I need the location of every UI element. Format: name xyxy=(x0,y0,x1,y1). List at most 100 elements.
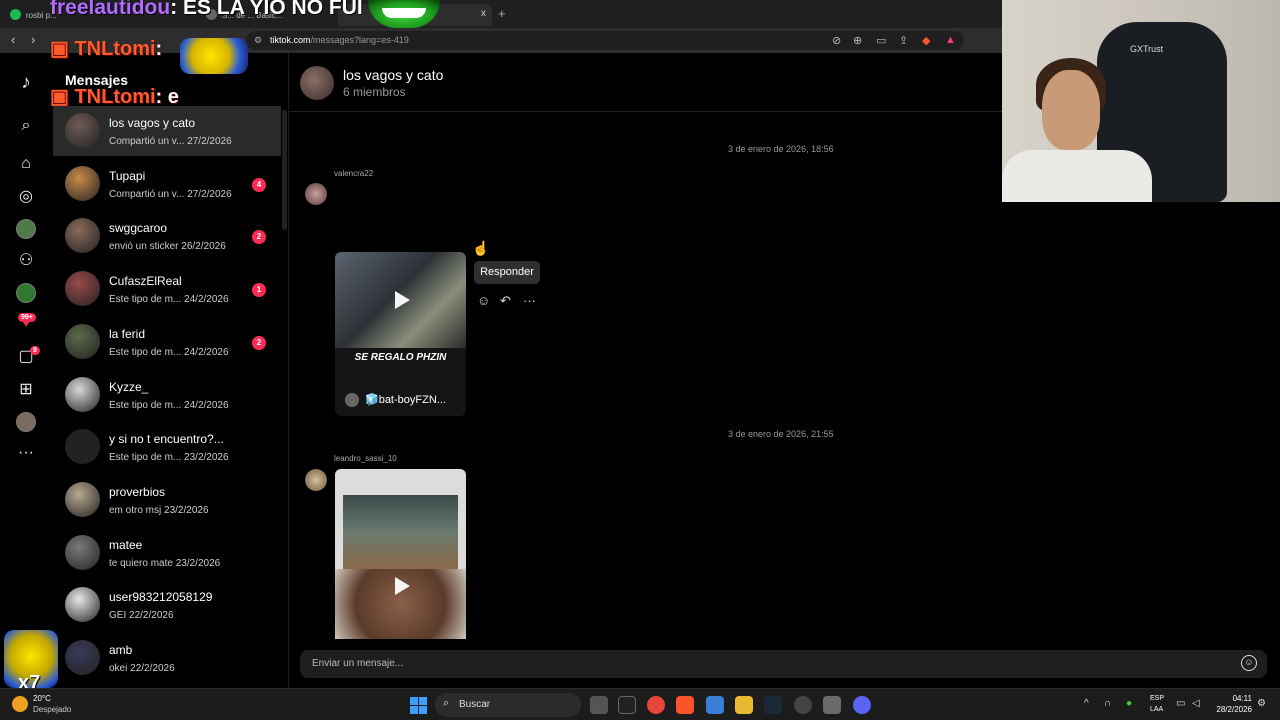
discord-icon[interactable] xyxy=(853,696,871,714)
friends-icon[interactable]: ⚇ xyxy=(16,251,36,271)
search-icon[interactable]: ⌕ xyxy=(16,116,36,136)
video-thumbnail-top xyxy=(343,495,458,569)
conversation-item[interactable]: Tupapi Compartió un v... 27/2/2026 4 xyxy=(53,159,281,209)
preview-text: Este tipo de m... xyxy=(109,452,182,464)
react-emoji-icon[interactable]: ☺ xyxy=(477,293,490,308)
explore-icon[interactable]: ◎ xyxy=(16,187,36,207)
no-tracking-icon[interactable]: ⊘ xyxy=(832,34,841,47)
conversation-preview: Este tipo de m... 24/2/2026 xyxy=(109,400,229,411)
sender-avatar[interactable] xyxy=(305,469,327,491)
avatar xyxy=(65,323,100,359)
live-avatar-icon[interactable] xyxy=(16,283,36,303)
video-author[interactable]: 🧊bat-boyFZN... xyxy=(365,393,446,406)
message-timestamp: 3 de enero de 2026, 21:55 xyxy=(728,429,834,439)
chat-header: los vagos y cato 6 miembros xyxy=(289,53,1002,112)
back-button[interactable]: ‹ xyxy=(11,32,15,47)
conversation-item[interactable]: amb okei 22/2/2026 xyxy=(53,633,281,683)
stream-chat-line-1: ▣ TNLtomi: xyxy=(50,36,162,61)
conversation-item[interactable]: la ferid Este tipo de m... 24/2/2026 2 xyxy=(53,317,281,367)
brave-icon[interactable] xyxy=(676,696,694,714)
conversation-item[interactable]: y si no t encuentro?... Este tipo de m...… xyxy=(53,422,281,472)
epic-games-icon[interactable] xyxy=(618,696,636,714)
preview-text: Este tipo de m... xyxy=(109,399,182,411)
tiktok-logo-icon[interactable]: ♪ xyxy=(16,73,36,93)
close-tab-icon[interactable]: x xyxy=(481,8,486,19)
spotify-icon xyxy=(10,9,21,20)
chevron-up-icon[interactable]: ^ xyxy=(1084,698,1089,709)
conversation-item[interactable]: matee te quiero mate 23/2/2026 xyxy=(53,528,281,578)
site-info-icon[interactable]: ⚙ xyxy=(254,31,262,50)
following-avatar-icon[interactable] xyxy=(16,219,36,239)
play-icon[interactable] xyxy=(395,291,410,309)
new-tab-button[interactable]: + xyxy=(498,6,506,21)
more-icon[interactable]: ··· xyxy=(16,443,36,463)
steam-icon[interactable] xyxy=(764,696,782,714)
chrome-icon[interactable] xyxy=(647,696,665,714)
microphone-icon[interactable]: ● xyxy=(1126,698,1132,709)
network-icon[interactable]: ▭ xyxy=(1176,698,1185,709)
conversation-name: swggcaroo xyxy=(109,221,168,236)
sender-avatar[interactable] xyxy=(305,183,327,205)
avatar xyxy=(65,640,100,675)
reply-icon[interactable]: ↶ xyxy=(500,293,511,309)
message-timestamp: 3 de enero de 2026, 18:56 xyxy=(728,144,834,154)
conversation-name: Tupapi xyxy=(109,168,146,183)
notification-icon[interactable]: ⚙ xyxy=(1257,698,1266,709)
conversation-item[interactable]: los vagos y cato Compartió un v... 27/2/2… xyxy=(53,106,281,156)
more-actions-icon[interactable]: ··· xyxy=(523,293,536,308)
upload-icon[interactable]: ⊞ xyxy=(16,380,36,400)
app-icon[interactable] xyxy=(794,696,812,714)
group-name[interactable]: los vagos y cato xyxy=(343,67,443,83)
emoji-picker-icon[interactable]: ☺ xyxy=(1241,655,1257,671)
forward-button[interactable]: › xyxy=(31,32,35,47)
banner-message: : ES LA YIO NO FUI xyxy=(170,0,363,19)
cast-icon[interactable]: ▭ xyxy=(876,34,886,47)
avatar xyxy=(65,429,100,465)
avatar xyxy=(65,376,100,412)
zoom-icon[interactable]: ⊕ xyxy=(853,34,862,47)
share-icon[interactable]: ⇪ xyxy=(899,34,908,47)
home-icon[interactable]: ⌂ xyxy=(16,154,36,174)
conversation-name: matee xyxy=(109,537,143,552)
conversation-name: la ferid xyxy=(109,326,146,341)
volume-icon[interactable]: ◁ xyxy=(1192,698,1200,709)
unread-badge: 4 xyxy=(252,177,266,192)
author-avatar xyxy=(345,393,359,407)
preview-date: 24/2/2026 xyxy=(184,346,229,358)
taskbar-search[interactable]: ⌕ Buscar xyxy=(435,693,581,717)
task-view-icon[interactable] xyxy=(590,696,608,714)
brave-rewards-icon[interactable]: ▲ xyxy=(945,34,956,46)
shared-video-card[interactable] xyxy=(335,469,466,639)
message-composer[interactable]: Enviar un mensaje... ☺ xyxy=(300,650,1267,678)
play-icon[interactable] xyxy=(395,577,410,595)
conversation-preview: Compartió un v... 27/2/2026 xyxy=(109,189,232,200)
store-icon[interactable] xyxy=(706,696,724,714)
list-scrollbar[interactable] xyxy=(282,110,287,230)
profile-avatar-icon[interactable] xyxy=(16,412,36,432)
banner-username: freelautidou xyxy=(50,0,171,19)
search-label: Buscar xyxy=(459,699,491,710)
conversation-preview: te quiero mate 23/2/2026 xyxy=(109,558,220,569)
preview-text: okei xyxy=(109,663,128,674)
tiktok-nav-rail: ♪ ⌕ ⌂ ◎ ⚇ ♥ 99+ ▢ 9 ⊞ ··· xyxy=(0,53,52,688)
preview-text: em otro msj xyxy=(109,504,162,516)
preview-text: Este tipo de m... xyxy=(109,346,182,358)
brave-shield-icon[interactable]: ◆ xyxy=(922,34,930,47)
conversation-item[interactable]: CufaszElReal Este tipo de m... 24/2/2026 1 xyxy=(53,264,281,314)
stream-chat-banner: freelautidou: ES LA YIO NO FUI xyxy=(50,0,363,20)
conversation-item[interactable]: Kyzze_ Este tipo de m... 24/2/2026 xyxy=(53,370,281,420)
panel-divider xyxy=(288,53,289,688)
headset-icon[interactable]: ∩ xyxy=(1104,698,1111,709)
conversation-item[interactable]: user983212058129 GEI 22/2/2026 xyxy=(53,580,281,630)
windows-start-icon[interactable] xyxy=(410,697,427,714)
avatar xyxy=(65,165,100,201)
preview-date: 23/2/2026 xyxy=(175,557,221,569)
shared-video-card[interactable]: SE REGALO PHZIN 🧊bat-boyFZN... xyxy=(335,252,466,416)
app-icon[interactable] xyxy=(823,696,841,714)
conversation-item[interactable]: swggcaroo envió un sticker 26/2/2026 2 xyxy=(53,211,281,261)
file-explorer-icon[interactable] xyxy=(735,696,753,714)
message-input-placeholder[interactable]: Enviar un mensaje... xyxy=(312,658,403,669)
group-avatar[interactable] xyxy=(300,66,334,100)
chat-badge-icon: ▣ xyxy=(50,86,75,108)
conversation-item[interactable]: proverbios em otro msj 23/2/2026 xyxy=(53,475,281,525)
